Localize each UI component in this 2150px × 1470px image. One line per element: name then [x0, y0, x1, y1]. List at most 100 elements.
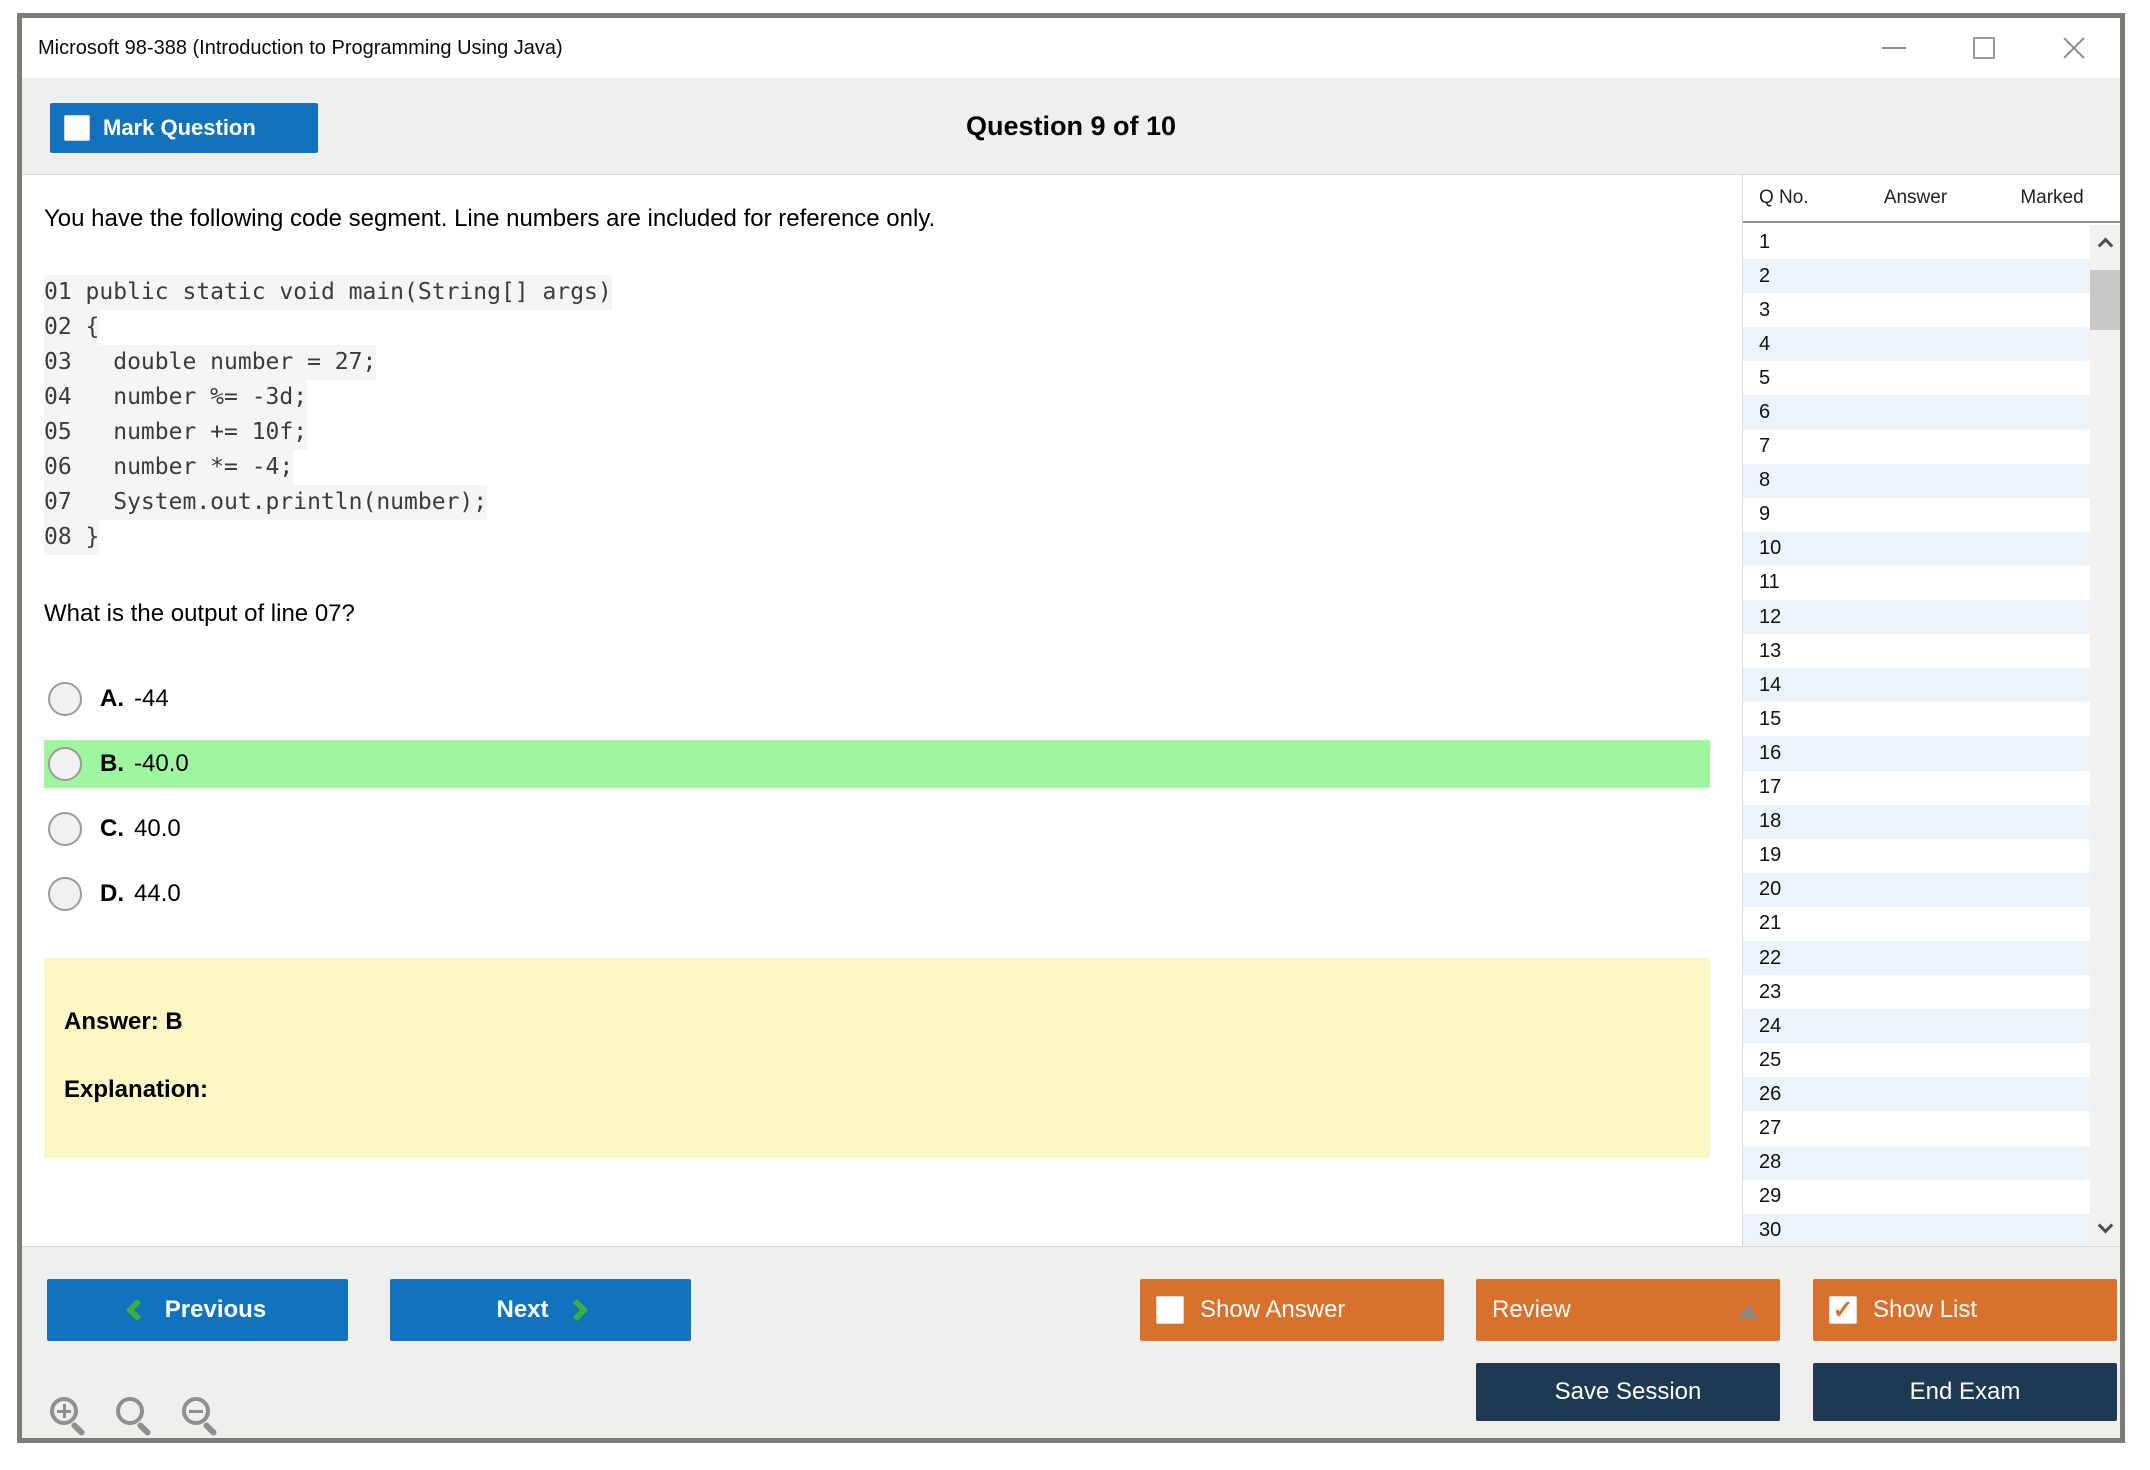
question-list-row[interactable]: 7 — [1743, 430, 2090, 464]
question-list-row[interactable]: 19 — [1743, 839, 2090, 873]
explanation-label: Explanation: — [64, 1076, 208, 1104]
app-window: Microsoft 98-388 (Introduction to Progra… — [17, 13, 2125, 1443]
code-line: 07 System.out.println(number); — [44, 485, 612, 520]
question-list-row[interactable]: 28 — [1743, 1146, 2090, 1180]
option-row-d[interactable]: D.44.0 — [44, 870, 1710, 918]
question-number: 3 — [1759, 299, 1770, 322]
show-answer-checkbox-icon[interactable] — [1156, 1296, 1184, 1324]
question-number: 10 — [1759, 537, 1781, 560]
question-list-row[interactable]: 15 — [1743, 702, 2090, 736]
question-number: 30 — [1759, 1219, 1781, 1242]
question-list-row[interactable]: 22 — [1743, 941, 2090, 975]
minimize-button[interactable] — [1874, 28, 1914, 68]
screenshot-stage: Microsoft 98-388 (Introduction to Progra… — [0, 0, 2150, 1470]
code-line-text: 03 double number = 27; — [44, 345, 376, 380]
mark-question-checkbox-icon[interactable] — [64, 115, 90, 141]
question-list-row[interactable]: 10 — [1743, 532, 2090, 566]
question-number: 14 — [1759, 674, 1781, 697]
question-number: 18 — [1759, 810, 1781, 833]
column-header-answer: Answer — [1848, 187, 1983, 209]
question-list-row[interactable]: 1 — [1743, 225, 2090, 259]
option-row-c[interactable]: C.40.0 — [44, 805, 1710, 853]
option-text: -44 — [134, 685, 169, 713]
mark-question-label: Mark Question — [103, 115, 256, 141]
magnifier-icon[interactable] — [114, 1395, 158, 1439]
next-button[interactable]: Next — [390, 1279, 691, 1341]
question-list-scrollbar[interactable] — [2090, 225, 2120, 1246]
question-number: 22 — [1759, 947, 1781, 970]
show-list-checkbox-icon[interactable]: ✓ — [1829, 1296, 1857, 1324]
zoom-out-icon[interactable] — [180, 1395, 224, 1439]
radio-button[interactable] — [48, 682, 82, 716]
code-line: 01 public static void main(String[] args… — [44, 275, 612, 310]
question-prompt: What is the output of line 07? — [44, 600, 355, 628]
question-number: 23 — [1759, 981, 1781, 1004]
question-list-row[interactable]: 20 — [1743, 873, 2090, 907]
question-list-row[interactable]: 23 — [1743, 975, 2090, 1009]
show-answer-button[interactable]: Show Answer — [1140, 1279, 1444, 1341]
question-list-row[interactable]: 17 — [1743, 771, 2090, 805]
radio-button[interactable] — [48, 747, 82, 781]
question-number: 5 — [1759, 367, 1770, 390]
code-line-text: 08 } — [44, 520, 99, 555]
question-list-row[interactable]: 29 — [1743, 1180, 2090, 1214]
close-button[interactable] — [2054, 28, 2094, 68]
question-number: 9 — [1759, 503, 1770, 526]
question-list-row[interactable]: 3 — [1743, 293, 2090, 327]
question-list-row[interactable]: 26 — [1743, 1077, 2090, 1111]
previous-button[interactable]: Previous — [47, 1279, 348, 1341]
question-number: 21 — [1759, 912, 1781, 935]
question-list-row[interactable]: 8 — [1743, 464, 2090, 498]
show-list-button[interactable]: ✓ Show List — [1813, 1279, 2117, 1341]
question-list-row[interactable]: 11 — [1743, 566, 2090, 600]
window-title: Microsoft 98-388 (Introduction to Progra… — [38, 18, 563, 78]
question-list-row[interactable]: 9 — [1743, 498, 2090, 532]
question-number: 20 — [1759, 878, 1781, 901]
zoom-in-icon[interactable] — [48, 1395, 92, 1439]
question-list-row[interactable]: 21 — [1743, 907, 2090, 941]
review-button[interactable]: Review — [1476, 1279, 1780, 1341]
question-list-row[interactable]: 5 — [1743, 361, 2090, 395]
question-list-row[interactable]: 25 — [1743, 1043, 2090, 1077]
minus-bar — [189, 1410, 203, 1413]
question-number: 16 — [1759, 742, 1781, 765]
maximize-button[interactable] — [1964, 28, 2004, 68]
question-list-header: Q No. Answer Marked — [1743, 175, 2120, 223]
code-line-text: 07 System.out.println(number); — [44, 485, 487, 520]
scroll-up-button[interactable] — [2090, 225, 2120, 260]
option-text: 40.0 — [134, 815, 181, 843]
question-number: 24 — [1759, 1015, 1781, 1038]
handle — [202, 1421, 218, 1437]
option-row-a[interactable]: A. -44 — [44, 675, 1710, 723]
scrollbar-thumb[interactable] — [2090, 270, 2120, 330]
question-list-row[interactable]: 16 — [1743, 736, 2090, 770]
question-list-row[interactable]: 24 — [1743, 1009, 2090, 1043]
question-list-panel: Q No. Answer Marked 12345678910111213141… — [1742, 175, 2120, 1246]
option-letter: A. — [100, 685, 124, 713]
question-number: 1 — [1759, 231, 1770, 254]
previous-label: Previous — [165, 1296, 266, 1324]
question-list-row[interactable]: 6 — [1743, 395, 2090, 429]
question-list-row[interactable]: 12 — [1743, 600, 2090, 634]
code-line: 05 number += 10f; — [44, 415, 612, 450]
question-list-row[interactable]: 14 — [1743, 668, 2090, 702]
question-number: 15 — [1759, 708, 1781, 731]
end-exam-button[interactable]: End Exam — [1813, 1363, 2117, 1421]
show-list-label: Show List — [1873, 1296, 1977, 1324]
question-list-row[interactable]: 13 — [1743, 634, 2090, 668]
option-row-b[interactable]: B.-40.0 — [44, 740, 1710, 788]
option-letter: B. — [100, 750, 124, 778]
code-line-text: 02 { — [44, 310, 99, 345]
question-list-row[interactable]: 18 — [1743, 805, 2090, 839]
radio-button[interactable] — [48, 877, 82, 911]
mark-question-button[interactable]: Mark Question — [50, 103, 318, 153]
question-list-row[interactable]: 2 — [1743, 259, 2090, 293]
question-list-row[interactable]: 27 — [1743, 1111, 2090, 1145]
question-list-row[interactable]: 4 — [1743, 327, 2090, 361]
window-controls — [1874, 18, 2094, 78]
scroll-down-button[interactable] — [2090, 1211, 2120, 1246]
question-number: 8 — [1759, 469, 1770, 492]
radio-button[interactable] — [48, 812, 82, 846]
question-list-row[interactable]: 30 — [1743, 1214, 2090, 1246]
save-session-button[interactable]: Save Session — [1476, 1363, 1780, 1421]
